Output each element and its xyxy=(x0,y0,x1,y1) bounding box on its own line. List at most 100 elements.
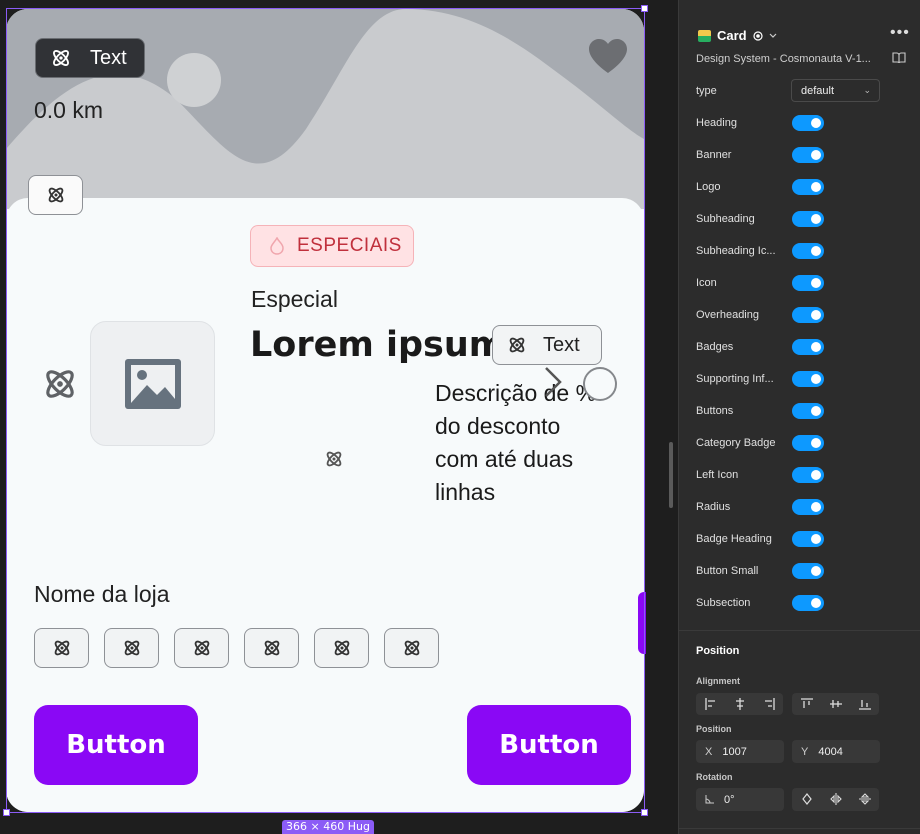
subsection-icon-button-6[interactable] xyxy=(384,628,439,668)
chevron-down-icon[interactable] xyxy=(769,33,777,39)
toggle-label: Supporting Inf... xyxy=(696,373,774,385)
toggle-row: Button Small xyxy=(696,561,906,581)
transform-group xyxy=(792,788,879,811)
atom-icon xyxy=(509,337,525,353)
distance-text: 0.0 km xyxy=(34,97,104,123)
toggle-label: Button Small xyxy=(696,565,759,577)
component-thumbnail-icon xyxy=(698,29,711,42)
vertical-align-group xyxy=(792,693,879,715)
heart-icon[interactable] xyxy=(588,39,628,75)
type-label: type xyxy=(696,85,717,97)
subsection-icon-button-4[interactable] xyxy=(244,628,299,668)
toggle-label: Subheading xyxy=(696,213,755,225)
subsection-icon-button-2[interactable] xyxy=(104,628,159,668)
x-value: 1007 xyxy=(722,745,747,758)
align-bottom-icon[interactable] xyxy=(850,693,879,715)
rotation-field[interactable]: 0° xyxy=(696,788,784,811)
resize-handle-bottom-right[interactable] xyxy=(641,809,648,816)
toggle-label: Subheading Ic... xyxy=(696,245,776,257)
card-component[interactable]: Text 0.0 km ESPECIAIS Especial Lorem ips… xyxy=(6,9,644,812)
flame-icon xyxy=(270,237,284,255)
toggle-row: Banner xyxy=(696,145,906,165)
align-center-h-icon[interactable] xyxy=(725,693,754,715)
toggle-label: Badge Heading xyxy=(696,533,772,545)
banner-chip[interactable]: Text xyxy=(35,38,145,78)
toggle-row: Icon xyxy=(696,273,906,293)
flip-vertical-icon[interactable] xyxy=(850,788,879,810)
toggle-row: Badges xyxy=(696,337,906,357)
flip-horizontal-icon[interactable] xyxy=(821,788,850,810)
toggle-label: Heading xyxy=(696,117,737,129)
canvas-scrollbar[interactable] xyxy=(669,442,673,508)
subsection-icon-button-1[interactable] xyxy=(34,628,89,668)
library-name: Design System - Cosmonauta V-1... xyxy=(696,53,871,65)
radio-circle[interactable] xyxy=(583,367,617,401)
rotate-icon[interactable] xyxy=(792,788,821,810)
toggle-switch[interactable] xyxy=(792,179,824,195)
y-position-field[interactable]: Y 4004 xyxy=(792,740,880,763)
toggle-switch[interactable] xyxy=(792,147,824,163)
chevron-down-icon: ⌄ xyxy=(863,85,871,95)
image-icon xyxy=(124,358,181,409)
toggle-switch[interactable] xyxy=(792,371,824,387)
toggle-switch[interactable] xyxy=(792,115,824,131)
align-center-v-icon[interactable] xyxy=(821,693,850,715)
primary-button-left[interactable]: Button xyxy=(34,705,198,785)
toggle-label: Left Icon xyxy=(696,469,739,481)
category-icon-button[interactable] xyxy=(28,175,83,215)
more-options-icon[interactable]: ••• xyxy=(890,24,910,42)
toggle-row: Subheading xyxy=(696,209,906,229)
position-label: Position xyxy=(696,724,732,734)
category-badge[interactable]: ESPECIAIS xyxy=(250,225,414,267)
rotation-value: 0° xyxy=(724,793,735,806)
toggle-row: Subheading Ic... xyxy=(696,241,906,261)
chevron-right-icon[interactable] xyxy=(542,365,564,399)
store-name: Nome da loja xyxy=(34,581,170,607)
toggle-switch[interactable] xyxy=(792,531,824,547)
toggle-switch[interactable] xyxy=(792,595,824,611)
toggle-label: Buttons xyxy=(696,405,734,417)
toggle-switch[interactable] xyxy=(792,563,824,579)
type-select[interactable]: default ⌄ xyxy=(791,79,880,102)
heading-chip[interactable]: Text xyxy=(492,325,602,365)
overheading: Especial xyxy=(251,286,338,312)
toggle-switch[interactable] xyxy=(792,467,824,483)
toggle-label: Icon xyxy=(696,277,717,289)
toggle-switch[interactable] xyxy=(792,307,824,323)
book-icon[interactable] xyxy=(892,52,906,64)
size-tag: 366 × 460 Hug xyxy=(282,820,374,834)
x-key: X xyxy=(705,745,713,758)
toggle-row: Radius xyxy=(696,497,906,517)
toggle-label: Overheading xyxy=(696,309,759,321)
align-top-icon[interactable] xyxy=(792,693,821,715)
rotation-label: Rotation xyxy=(696,772,733,782)
subsection-icon-button-5[interactable] xyxy=(314,628,369,668)
banner-chip-label: Text xyxy=(90,46,127,69)
toggle-label: Badges xyxy=(696,341,734,353)
toggle-switch[interactable] xyxy=(792,275,824,291)
design-canvas[interactable]: Text 0.0 km ESPECIAIS Especial Lorem ips… xyxy=(0,0,677,834)
alignment-label: Alignment xyxy=(696,676,740,686)
atom-icon xyxy=(404,640,419,656)
toggle-switch[interactable] xyxy=(792,211,824,227)
toggle-label: Category Badge xyxy=(696,437,776,449)
toggle-switch[interactable] xyxy=(792,435,824,451)
card-heading: Lorem ipsum xyxy=(250,325,506,365)
align-left-icon[interactable] xyxy=(696,693,725,715)
toggle-switch[interactable] xyxy=(792,499,824,515)
toggle-switch[interactable] xyxy=(792,403,824,419)
toggle-row: Left Icon xyxy=(696,465,906,485)
resize-handle-bottom-left[interactable] xyxy=(3,809,10,816)
primary-button-right[interactable]: Button xyxy=(467,705,631,785)
position-section-title: Position xyxy=(696,645,740,657)
subsection-icon-button-3[interactable] xyxy=(174,628,229,668)
resize-handle-top-right[interactable] xyxy=(641,5,648,12)
supporting-atom-icon xyxy=(326,451,342,467)
x-position-field[interactable]: X 1007 xyxy=(696,740,784,763)
heading-chip-label: Text xyxy=(543,333,580,356)
toggle-switch[interactable] xyxy=(792,339,824,355)
toggle-switch[interactable] xyxy=(792,243,824,259)
align-right-icon[interactable] xyxy=(754,693,783,715)
properties-panel: Card ••• Design System - Cosmonauta V-1.… xyxy=(678,0,920,834)
component-header[interactable]: Card xyxy=(698,28,777,43)
